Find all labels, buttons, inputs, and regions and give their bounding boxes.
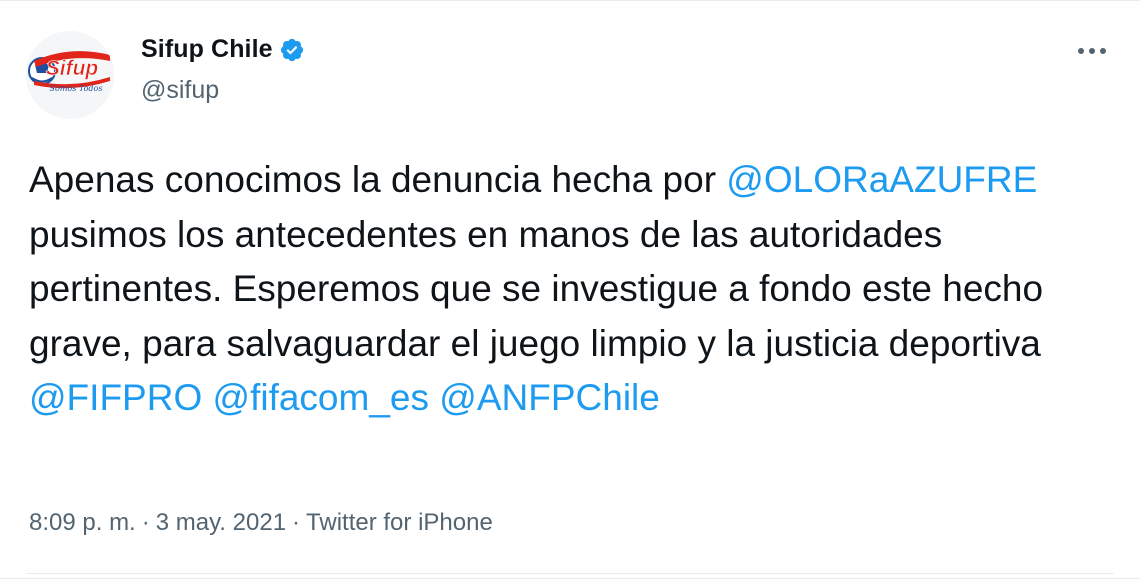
verified-badge-icon [279,37,305,63]
mention-link[interactable]: @ANFPChile [439,377,660,418]
author-display-name[interactable]: Sifup Chile [141,35,273,64]
meta-separator: · [141,509,150,536]
tweet-text-segment [202,377,212,418]
meta-separator: · [292,509,301,536]
mention-link[interactable]: @FIFPRO [29,377,202,418]
tweet-text-segment [429,377,439,418]
mention-link[interactable]: @OLORaAZUFRE [726,159,1037,200]
tweet-date[interactable]: 3 may. 2021 [156,509,286,537]
tweet-text: Apenas conocimos la denuncia hecha por @… [29,153,1119,426]
tweet-card: Sifup Somos Todos Sifup Chile @sifup Ape… [0,0,1140,579]
more-options-icon [1078,48,1106,54]
avatar-logo-text: Sifup [46,57,99,80]
mention-link[interactable]: @fifacom_es [213,377,429,418]
avatar-logo-subtext: Somos Todos [50,84,103,93]
avatar[interactable]: Sifup Somos Todos [26,31,114,119]
tweet-text-segment: Apenas conocimos la denuncia hecha por [29,159,727,200]
divider [26,573,1114,574]
tweet-meta: 8:09 p. m. · 3 may. 2021 · Twitter for i… [29,509,493,537]
more-options-button[interactable] [1072,37,1112,65]
sifup-logo: Sifup Somos Todos [26,31,114,119]
tweet-source[interactable]: Twitter for iPhone [306,509,493,537]
tweet-time[interactable]: 8:09 p. m. [29,509,136,537]
author-name-row: Sifup Chile [141,35,305,64]
author-handle[interactable]: @sifup [141,76,219,105]
tweet-text-segment: pusimos los antecedentes en manos de las… [29,213,1044,364]
